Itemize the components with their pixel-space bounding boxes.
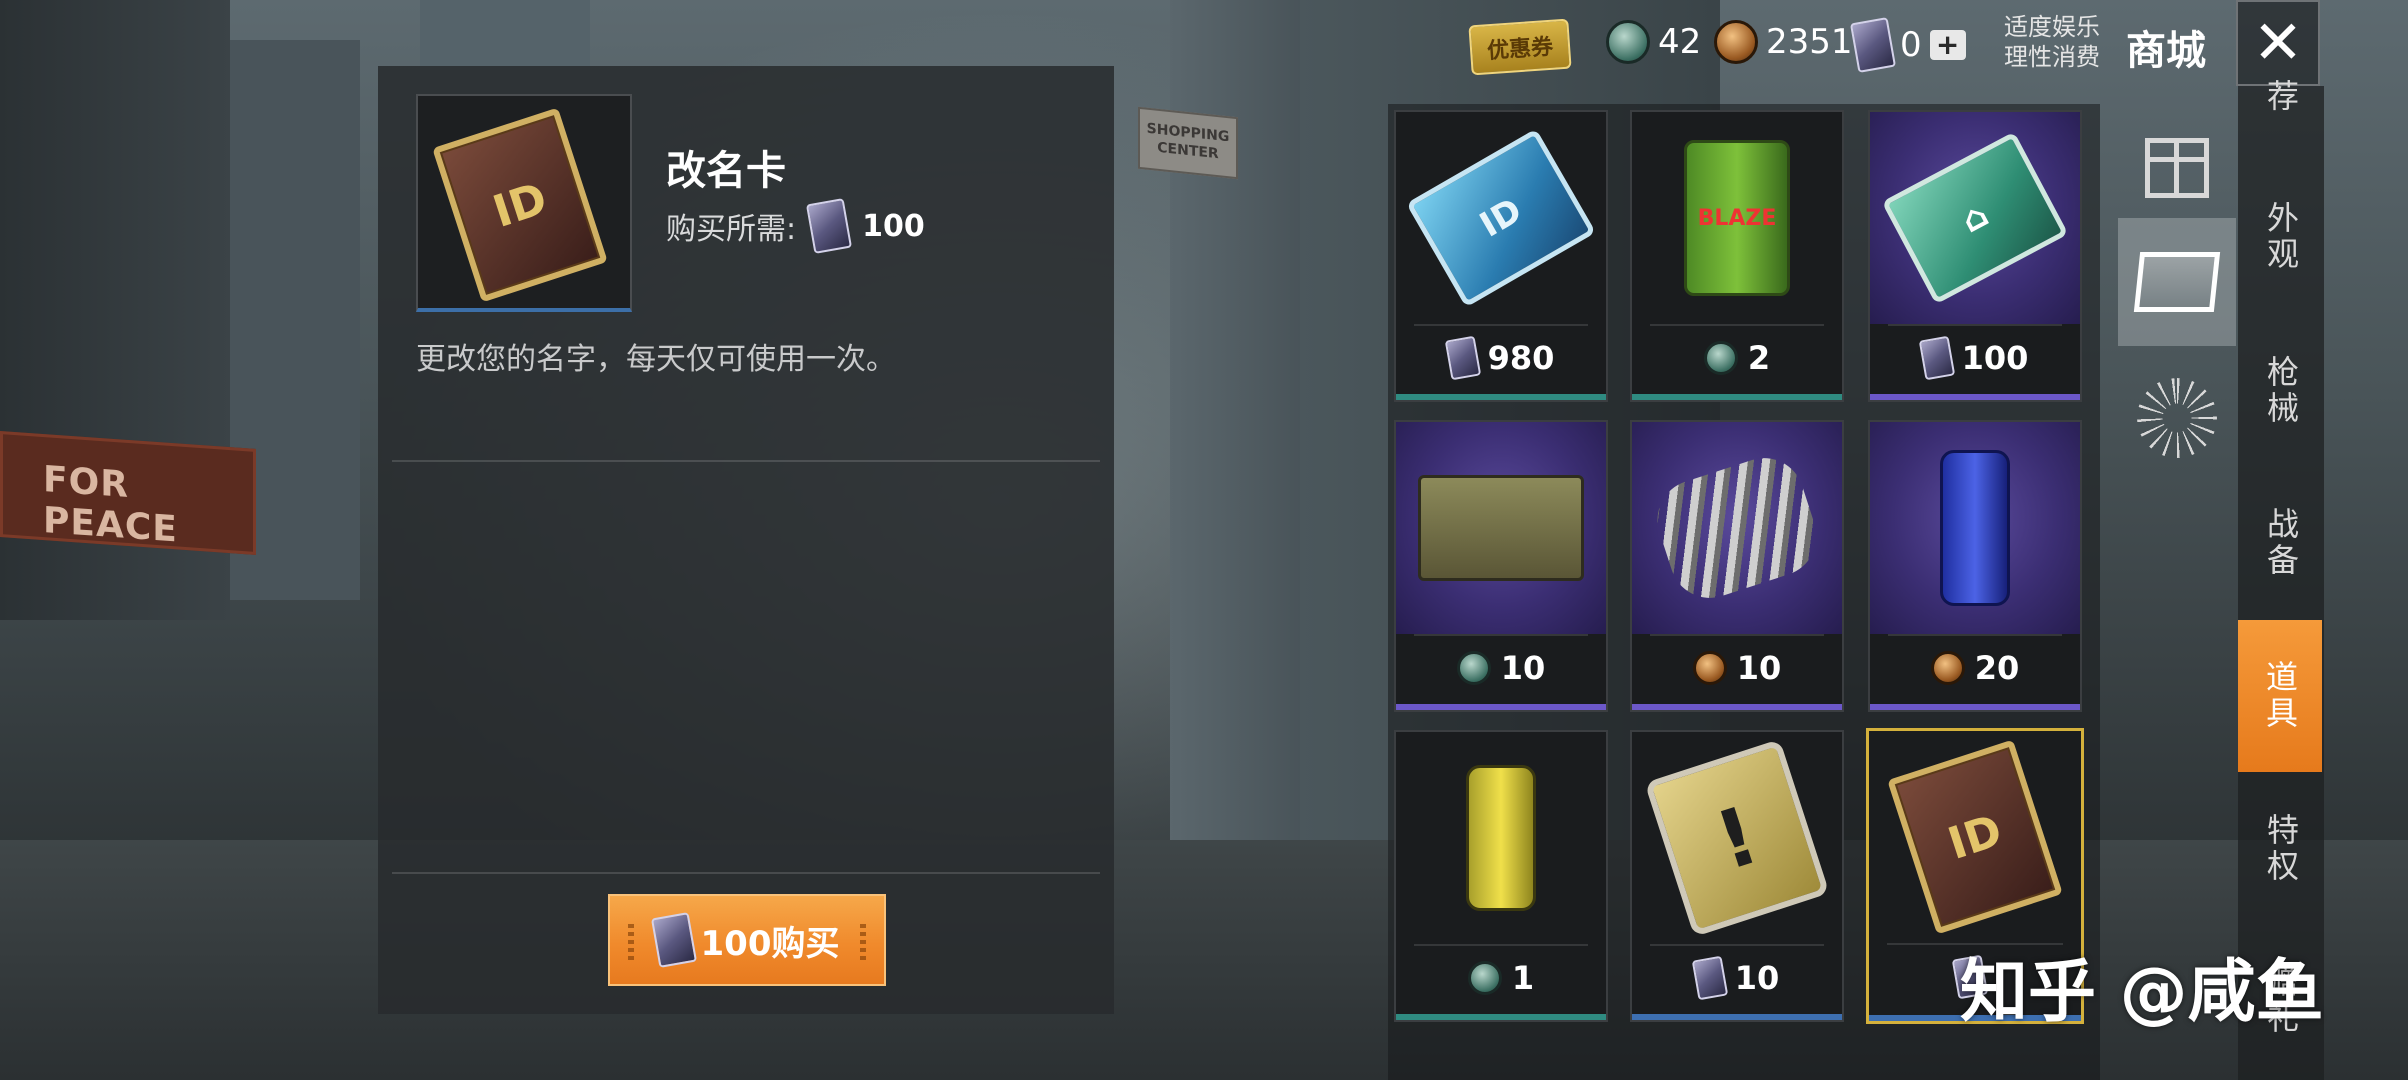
green-card-icon: ⌂ [1870,112,2080,324]
item-card[interactable]: ID 980 [1394,110,1608,402]
tab-items[interactable]: 道具 [2238,620,2322,772]
item-price: 1 [1396,944,1606,1012]
item-name: 改名卡 [666,148,786,194]
gift-button[interactable] [2118,104,2236,232]
ticket-icon [1918,335,1955,381]
currency-ticket: 0 + [1849,17,1966,73]
currency-value: 0 [1900,25,1922,65]
rarity-stripe [1396,1014,1606,1020]
rarity-stripe [1632,394,1842,400]
rarity-stripe [1870,704,2080,710]
buy-button[interactable]: 100购买 [608,894,886,986]
bronze-coin-icon [1714,20,1758,64]
item-price: 10 [1632,944,1842,1012]
rename-card-icon: ID [432,107,608,303]
item-card[interactable]: 20 [1868,420,2082,712]
jerry-can-icon: BLAZE [1632,112,1842,324]
currency-value: 2351 [1766,22,1853,62]
crate-button[interactable] [2118,218,2236,346]
item-detail-thumbnail: ID [416,94,632,312]
bronze-coin-icon [1930,651,1965,685]
grip-right-icon [860,924,866,960]
item-card[interactable]: ⌂ 100 [1868,110,2082,402]
item-detail-panel: ID 改名卡 购买所需: 100 更改您的名字，每天仅可使用一次。 100购买 [378,66,1114,1014]
category-tabs: 荐 外观 枪械 战备 道具 特权 赠礼 [2238,79,2324,1080]
item-price: 100 [1870,324,2080,392]
item-card[interactable]: BLAZE 2 [1630,110,1844,402]
coupon-button[interactable]: 优惠券 [1468,18,1572,76]
warning-card-icon: ! [1632,732,1842,944]
currency-value: 42 [1658,22,1702,62]
tab-privileges[interactable]: 特权 [2238,794,2324,904]
item-card[interactable]: 10 [1394,420,1608,712]
item-price: 10 [1632,634,1842,702]
tab-recommend[interactable]: 荐 [2238,72,2324,122]
buy-button-label: 100购买 [700,923,840,964]
price-value: 100 [862,208,925,244]
currency-bronze: 2351 [1714,20,1853,64]
canister-icon [1396,732,1606,944]
gift-icon [2145,138,2209,198]
rarity-stripe [1632,1014,1842,1020]
rarity-stripe [1396,704,1606,710]
grip-left-icon [628,924,634,960]
item-price: 2 [1632,324,1842,392]
item-price-row: 购买所需: 100 [666,198,925,254]
rarity-stripe [1396,394,1606,400]
rarity-stripe [1870,394,2080,400]
green-coin-icon [1703,341,1738,375]
divider [392,872,1100,874]
green-coin-icon [1467,961,1502,995]
item-card[interactable]: ! 10 [1630,730,1844,1022]
for-peace-sign: FOR PEACE [0,431,256,555]
moderation-tips: 适度娱乐 理性消费 [2004,13,2100,71]
item-price: 10 [1396,634,1606,702]
ticket-icon [1444,335,1481,381]
item-card[interactable]: 10 [1630,420,1844,712]
spring-icon [1632,422,1842,634]
rename-card-icon: ID [1869,731,2081,943]
ticket-icon [1691,955,1728,1001]
firework-icon [2137,378,2217,458]
crate-icon [2133,252,2221,312]
ticket-icon [806,198,853,254]
add-currency-button[interactable]: + [1929,30,1966,60]
tab-gear[interactable]: 战备 [2238,488,2324,598]
ticket-icon [650,912,697,968]
spray-can-icon [1870,422,2080,634]
toolbox-icon [1396,422,1606,634]
tab-appearance[interactable]: 外观 [2238,182,2324,292]
item-description: 更改您的名字，每天仅可使用一次。 [416,342,896,377]
item-card[interactable]: 1 [1394,730,1608,1022]
item-price: 980 [1396,324,1606,392]
sub-category-column [2116,104,2238,1080]
close-icon: ✕ [2252,8,2304,78]
green-coin-icon [1456,651,1491,685]
shopping-center-sign: SHOPPING CENTER [1138,106,1238,180]
tab-weapons[interactable]: 枪械 [2238,336,2324,446]
green-coin-icon [1606,20,1650,64]
item-price: 20 [1870,634,2080,702]
ticket-icon [1849,17,1897,73]
price-label: 购买所需: [666,212,797,247]
blue-id-card-icon: ID [1396,112,1606,324]
shop-title: 商城 [2126,28,2206,74]
currency-green: 42 [1606,20,1701,64]
rarity-stripe [1632,704,1842,710]
firework-button[interactable] [2118,354,2236,482]
watermark: 知乎 @咸鱼 [1960,953,2324,1032]
bronze-coin-icon [1692,651,1727,685]
divider [392,460,1100,462]
